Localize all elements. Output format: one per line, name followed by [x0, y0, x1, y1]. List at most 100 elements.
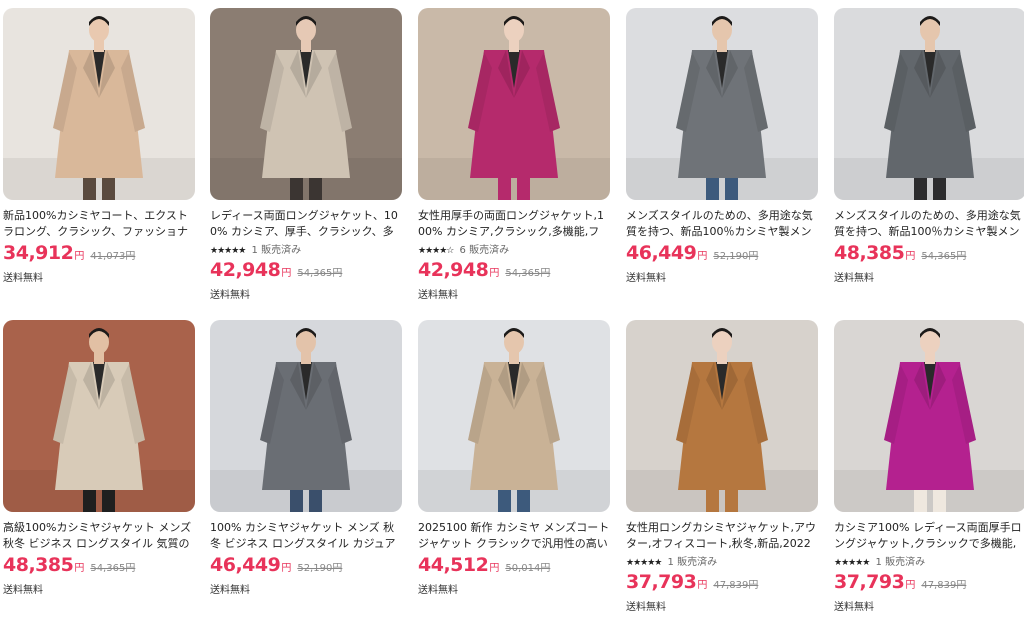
product-title[interactable]: レディース両面ロングジャケット、100% カシミア、厚手、クラシック、多機能、フ… [210, 208, 402, 240]
product-image[interactable] [210, 8, 402, 200]
free-shipping-label: 送料無料 [210, 290, 250, 301]
product-title[interactable]: 新品100%カシミヤコート、エクストラロング、クラシック、ファッショナブルで多用… [3, 208, 195, 240]
price-row: 48,385円 54,365円 [834, 242, 1024, 266]
product-title[interactable]: 高級100%カシミヤジャケット メンズ 秋冬 ビジネス ロングスタイル 気質のあ… [3, 520, 195, 552]
price: 44,512 [418, 554, 489, 576]
currency-label: 円 [905, 580, 916, 591]
star-rating-icon: ★★★★★ [834, 558, 870, 568]
price: 42,948 [418, 259, 489, 281]
currency-label: 円 [281, 563, 292, 574]
rating-row: ★★★★★ 1 販売済み [210, 244, 402, 257]
product-title[interactable]: 100% カシミヤジャケット メンズ 秋冬 ビジネス ロングスタイル カジュアル… [210, 520, 402, 552]
product-photo [3, 320, 195, 512]
sold-count: 6 販売済み [459, 245, 510, 256]
product-title[interactable]: 2025100 新作 カシミヤ メンズコートジャケット クラシックで汎用性の高い… [418, 520, 610, 552]
price-row: 46,449円 52,190円 [626, 242, 818, 266]
product-photo [3, 8, 195, 200]
price-row: 37,793円 47,839円 [834, 571, 1024, 595]
price-row: 44,512円 50,014円 [418, 554, 610, 578]
product-image[interactable] [418, 8, 610, 200]
product-card[interactable]: 新品100%カシミヤコート、エクストラロング、クラシック、ファッショナブルで多用… [3, 8, 195, 284]
price-row: 37,793円 47,839円 [626, 571, 818, 595]
product-image[interactable] [418, 320, 610, 512]
original-price: 47,839円 [921, 580, 967, 591]
free-shipping-label: 送料無料 [3, 585, 43, 596]
price-row: 46,449円 52,190円 [210, 554, 402, 578]
free-shipping-label: 送料無料 [834, 273, 874, 284]
free-shipping-label: 送料無料 [834, 602, 874, 613]
product-photo [834, 320, 1024, 512]
price: 46,449 [210, 554, 281, 576]
product-title[interactable]: 女性用厚手の両面ロングジャケット,100% カシミア,クラシック,多機能,ファッ… [418, 208, 610, 240]
rating-row: ★★★★★ 1 販売済み [834, 556, 1024, 569]
free-shipping-label: 送料無料 [418, 290, 458, 301]
price: 46,449 [626, 242, 697, 264]
currency-label: 円 [905, 251, 916, 262]
product-photo [210, 320, 402, 512]
product-card[interactable]: レディース両面ロングジャケット、100% カシミア、厚手、クラシック、多機能、フ… [210, 8, 402, 301]
free-shipping-label: 送料無料 [210, 585, 250, 596]
product-title[interactable]: メンズスタイルのための、多用途な気質を持つ、新品100％カシミヤ製メンズミドル.… [626, 208, 818, 240]
currency-label: 円 [74, 563, 85, 574]
price: 48,385 [3, 554, 74, 576]
product-image[interactable] [626, 320, 818, 512]
product-card[interactable]: 女性用ロングカシミヤジャケット,アウター,オフィスコート,秋冬,新品,2022 … [626, 320, 818, 613]
star-rating-icon: ★★★★☆ [418, 246, 454, 256]
product-card[interactable]: 2025100 新作 カシミヤ メンズコートジャケット クラシックで汎用性の高い… [418, 320, 610, 596]
product-photo [834, 8, 1024, 200]
product-grid: 新品100%カシミヤコート、エクストラロング、クラシック、ファッショナブルで多用… [0, 0, 1024, 619]
product-image[interactable] [210, 320, 402, 512]
currency-label: 円 [489, 563, 500, 574]
star-rating-icon: ★★★★★ [210, 246, 246, 256]
sold-count: 1 販売済み [875, 557, 926, 568]
price: 37,793 [834, 571, 905, 593]
product-card[interactable]: メンズスタイルのための、多用途な気質を持つ、新品100％カシミヤ製メンズミドル.… [626, 8, 818, 284]
product-card[interactable]: カシミア100% レディース両面厚手ロングジャケット,クラシックで多機能,ファッ… [834, 320, 1024, 613]
product-card[interactable]: 高級100%カシミヤジャケット メンズ 秋冬 ビジネス ロングスタイル 気質のあ… [3, 320, 195, 596]
product-title[interactable]: 女性用ロングカシミヤジャケット,アウター,オフィスコート,秋冬,新品,2022 [626, 520, 818, 552]
original-price: 41,073円 [90, 251, 136, 262]
original-price: 50,014円 [505, 563, 551, 574]
price: 37,793 [626, 571, 697, 593]
product-image[interactable] [626, 8, 818, 200]
currency-label: 円 [489, 268, 500, 279]
product-card[interactable]: メンズスタイルのための、多用途な気質を持つ、新品100％カシミヤ製メンズミドル.… [834, 8, 1024, 284]
product-card[interactable]: 100% カシミヤジャケット メンズ 秋冬 ビジネス ロングスタイル カジュアル… [210, 320, 402, 596]
product-photo [418, 8, 610, 200]
free-shipping-label: 送料無料 [3, 273, 43, 284]
price: 34,912 [3, 242, 74, 264]
product-photo [626, 320, 818, 512]
price: 48,385 [834, 242, 905, 264]
product-photo [210, 8, 402, 200]
product-photo [626, 8, 818, 200]
product-image[interactable] [834, 320, 1024, 512]
original-price: 54,365円 [505, 268, 551, 279]
free-shipping-label: 送料無料 [626, 273, 666, 284]
sold-count: 1 販売済み [251, 245, 302, 256]
product-image[interactable] [3, 320, 195, 512]
currency-label: 円 [697, 580, 708, 591]
free-shipping-label: 送料無料 [418, 585, 458, 596]
rating-row: ★★★★★ 1 販売済み [626, 556, 818, 569]
original-price: 54,365円 [921, 251, 967, 262]
currency-label: 円 [281, 268, 292, 279]
price: 42,948 [210, 259, 281, 281]
price-row: 34,912円 41,073円 [3, 242, 195, 266]
product-image[interactable] [834, 8, 1024, 200]
product-title[interactable]: メンズスタイルのための、多用途な気質を持つ、新品100％カシミヤ製メンズミドル.… [834, 208, 1024, 240]
original-price: 52,190円 [713, 251, 759, 262]
product-photo [418, 320, 610, 512]
currency-label: 円 [697, 251, 708, 262]
product-card[interactable]: 女性用厚手の両面ロングジャケット,100% カシミア,クラシック,多機能,ファッ… [418, 8, 610, 301]
product-image[interactable] [3, 8, 195, 200]
product-title[interactable]: カシミア100% レディース両面厚手ロングジャケット,クラシックで多機能,ファッ… [834, 520, 1024, 552]
star-rating-icon: ★★★★★ [626, 558, 662, 568]
original-price: 47,839円 [713, 580, 759, 591]
price-row: 48,385円 54,365円 [3, 554, 195, 578]
sold-count: 1 販売済み [667, 557, 718, 568]
original-price: 54,365円 [297, 268, 343, 279]
price-row: 42,948円 54,365円 [210, 259, 402, 283]
original-price: 52,190円 [297, 563, 343, 574]
price-row: 42,948円 54,365円 [418, 259, 610, 283]
free-shipping-label: 送料無料 [626, 602, 666, 613]
